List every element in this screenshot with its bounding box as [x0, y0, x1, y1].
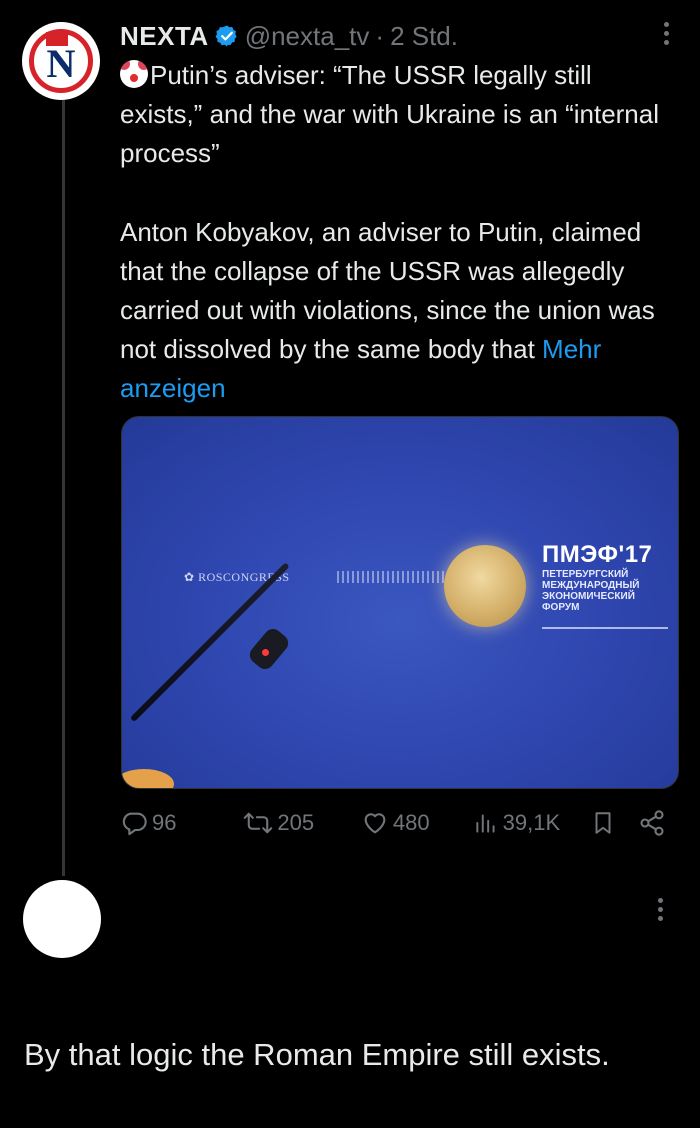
forum-sub-line: ФОРУМ: [542, 602, 580, 613]
tweet-timestamp[interactable]: 2 Std.: [390, 21, 458, 52]
retweet-icon: [244, 812, 273, 834]
nexta-avatar[interactable]: N: [22, 22, 100, 100]
microphone-indicator-light: [262, 649, 269, 656]
views-chart-icon: [476, 814, 495, 833]
author-handle[interactable]: @nexta_tv: [245, 21, 370, 52]
tweet-text-headline: Putin’s adviser: “The USSR legally still…: [120, 56, 668, 173]
share-icon: [640, 810, 664, 836]
thread-connector-line: [62, 96, 65, 876]
forum-globe-logo: [444, 545, 526, 627]
nexta-logo: N: [29, 29, 93, 93]
share-button[interactable]: [638, 809, 666, 837]
like-button[interactable]: 480: [361, 809, 467, 837]
microphone-head: [246, 625, 292, 673]
forum-sub-line: ЭКОНОМИЧЕСКИЙ: [542, 591, 635, 602]
comment-text: By that logic the Roman Empire still exi…: [24, 1037, 610, 1072]
tweet-header: NEXTA @nexta_tv · 2 Std.: [120, 18, 458, 54]
forum-title: ПМЭФ'17: [542, 541, 653, 568]
reply-button[interactable]: 96: [120, 809, 235, 837]
reply-icon: [122, 812, 147, 836]
tweet-video-media[interactable]: ✿ ROSCONGRESS ПМЭФ'17 ПЕТЕРБУРГСКИЙ МЕЖД…: [121, 416, 679, 789]
header-separator: ·: [375, 20, 385, 51]
tweet-action-bar: 96 205 480 39,1K: [120, 806, 666, 840]
tweet-text-body: Anton Kobyakov, an adviser to Putin, cla…: [120, 213, 668, 408]
foreground-object: [122, 769, 174, 788]
reply-count: 96: [152, 810, 177, 835]
retweet-count: 205: [277, 810, 315, 835]
more-options-icon[interactable]: [662, 22, 670, 45]
forum-underline: [542, 627, 668, 629]
views-button[interactable]: 39,1K: [473, 810, 588, 836]
tweet-headline-text: Putin’s adviser: “The USSR legally still…: [120, 60, 660, 168]
forum-subtitle: ПЕТЕРБУРГСКИЙ МЕЖДУНАРОДНЫЙ ЭКОНОМИЧЕСКИ…: [542, 569, 678, 613]
bookmark-icon: [595, 812, 611, 834]
like-count: 480: [392, 810, 430, 835]
forum-sub-line: ПЕТЕРБУРГСКИЙ: [542, 569, 629, 580]
retweet-button[interactable]: 205: [243, 809, 353, 837]
verified-badge-icon: [215, 24, 239, 48]
logo-letter-n: N: [46, 41, 76, 86]
bookmark-button[interactable]: [590, 809, 616, 837]
logo-flag-shape: [46, 32, 68, 46]
heart-icon: [364, 813, 386, 834]
author-name[interactable]: NEXTA: [120, 21, 209, 52]
clown-emoji-icon: [120, 60, 148, 88]
views-count: 39,1K: [502, 810, 561, 835]
blurred-banner-strip: [337, 571, 447, 583]
forum-sub-line: МЕЖДУНАРОДНЫЙ: [542, 580, 640, 591]
commenter-avatar[interactable]: [23, 880, 101, 958]
comment-more-options-icon[interactable]: [658, 898, 663, 921]
